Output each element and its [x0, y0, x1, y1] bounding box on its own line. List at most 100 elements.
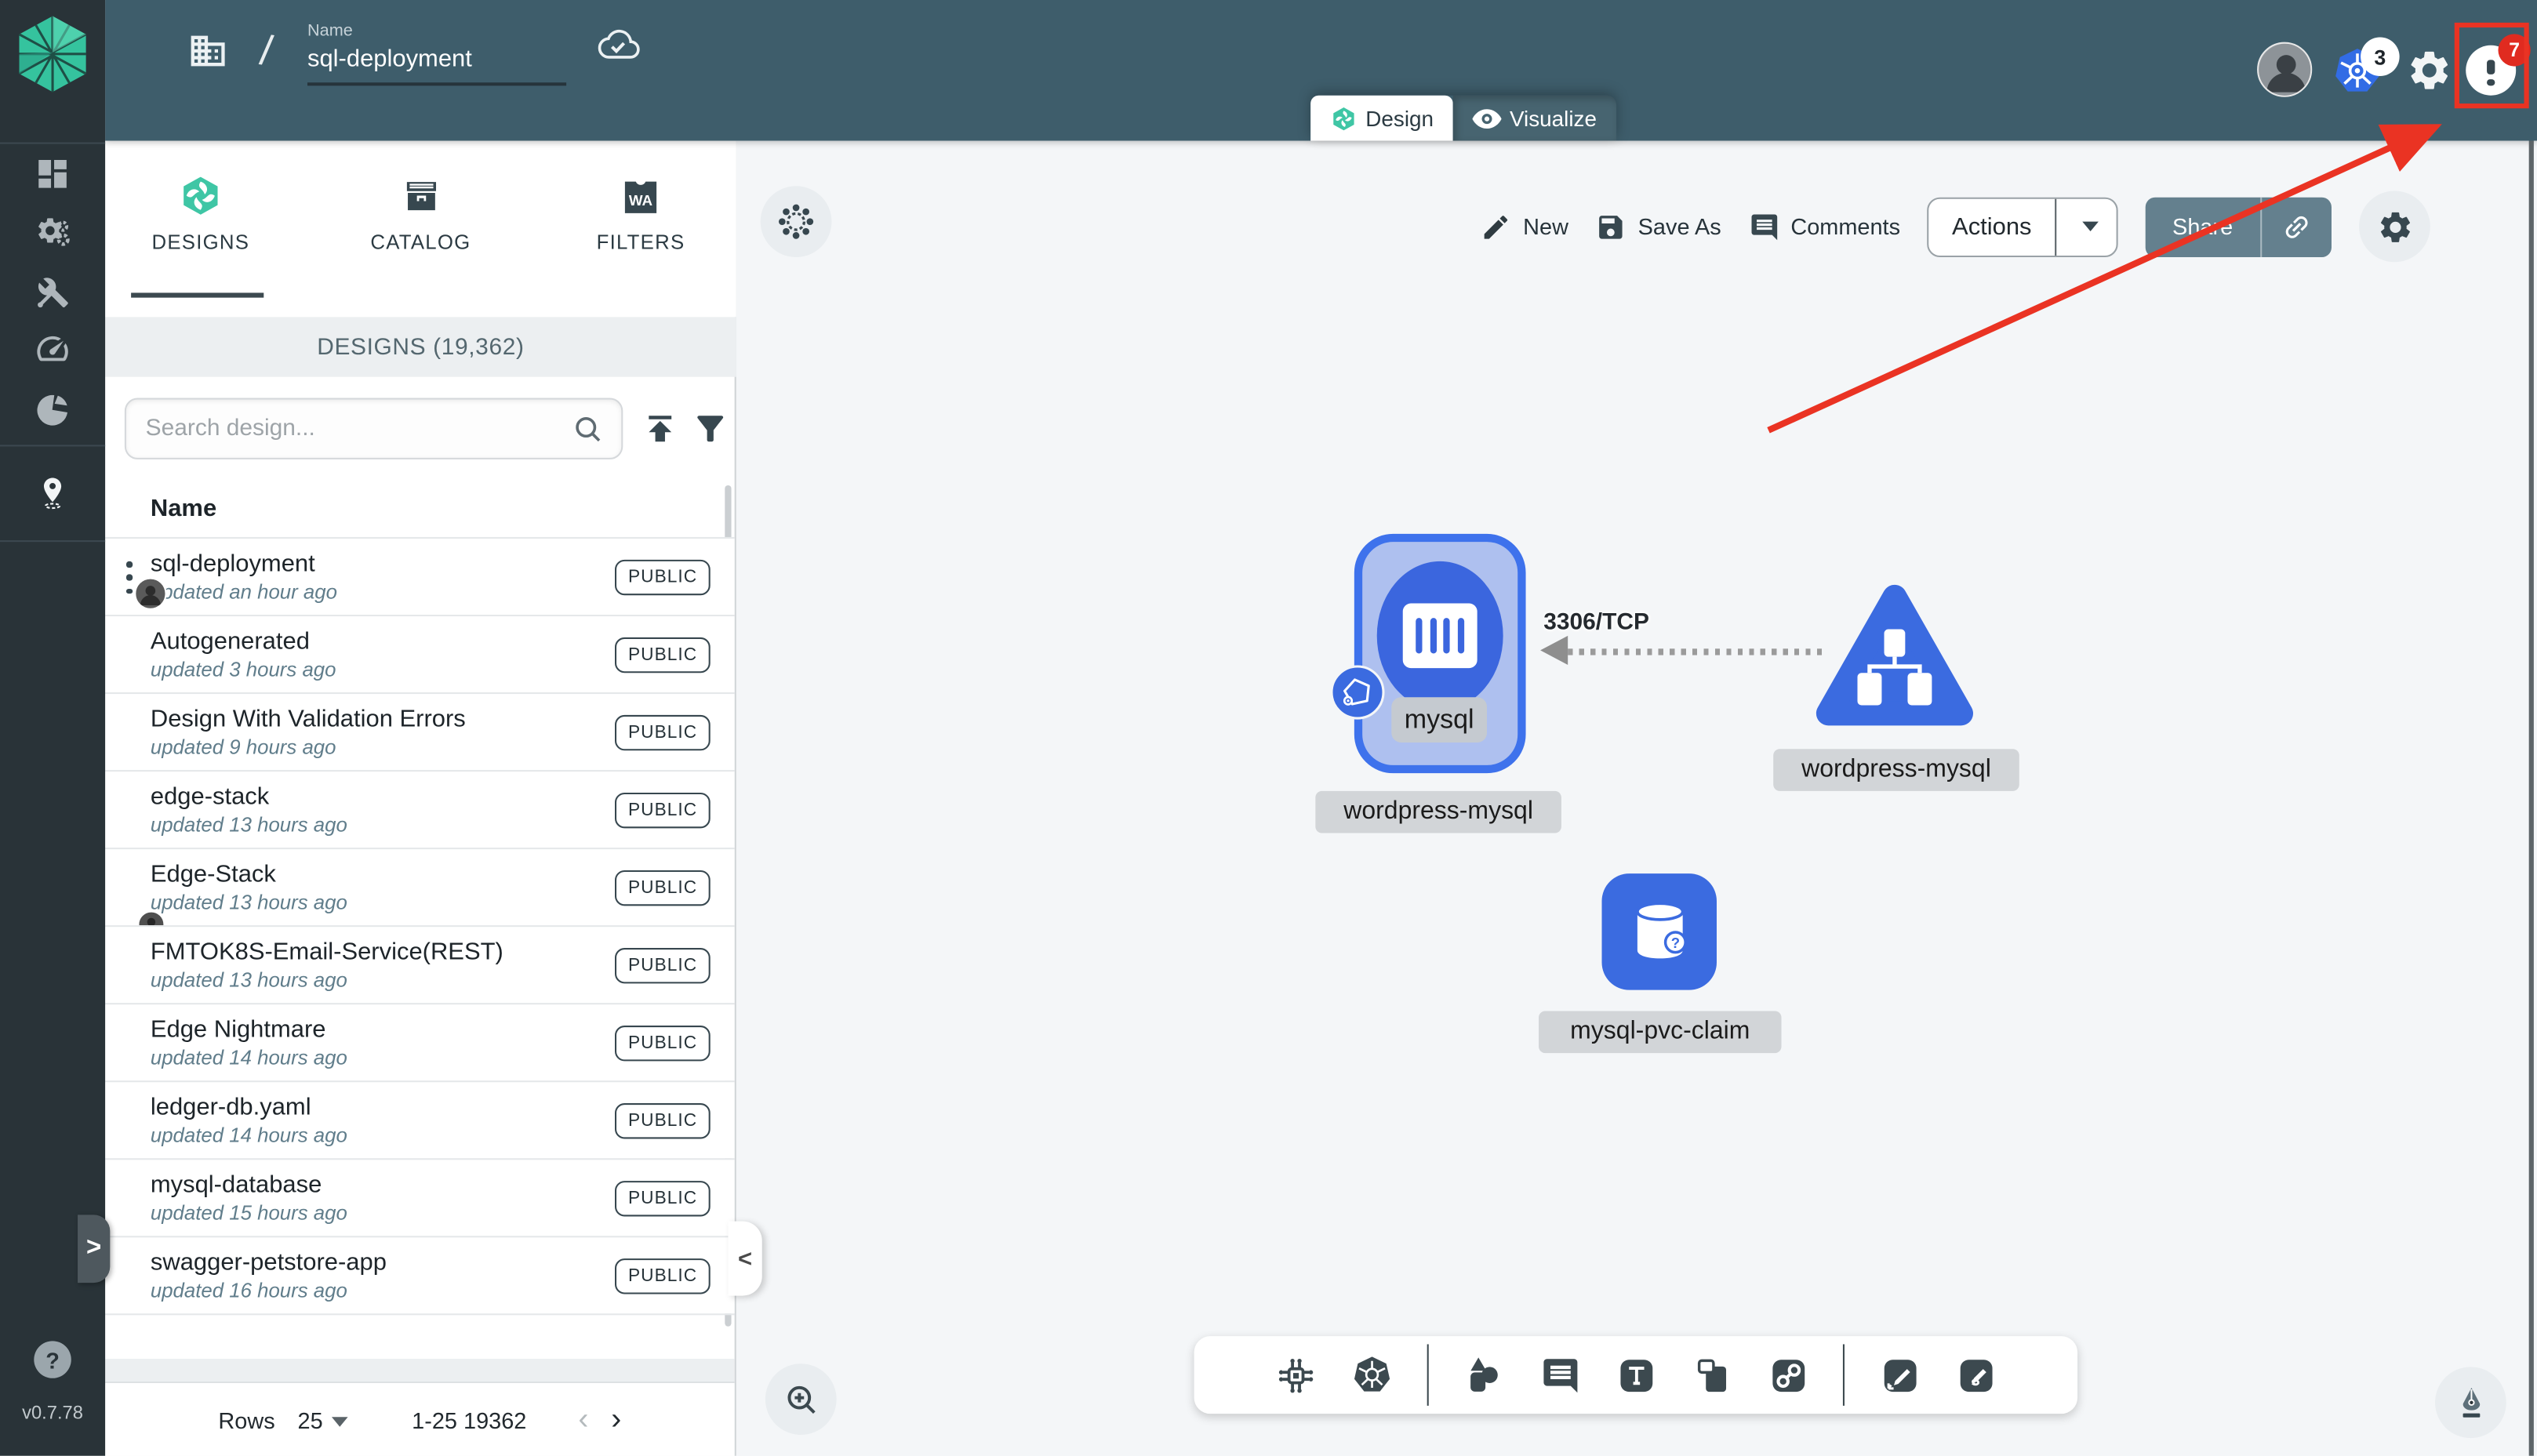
design-name[interactable]: swagger-petstore-app: [151, 1249, 387, 1276]
design-row[interactable]: FMTOK8S-Email-Service(REST) updated 13 h…: [105, 925, 735, 1004]
actions-dropdown-button[interactable]: [2056, 212, 2116, 241]
kubernetes-context-count-badge[interactable]: 3: [2361, 37, 2400, 76]
actions-label[interactable]: Actions: [1929, 212, 2054, 240]
visibility-badge: PUBLIC: [615, 714, 711, 751]
zoom-button[interactable]: [765, 1363, 837, 1436]
collapse-chevron-icon: <: [738, 1244, 753, 1273]
design-name-underline: [307, 82, 567, 85]
tab-visualize[interactable]: Visualize: [1452, 95, 1616, 141]
design-row[interactable]: mysql-database updated 15 hours ago PUBL…: [105, 1158, 735, 1236]
comment-tool[interactable]: [1539, 1354, 1581, 1396]
link-tool[interactable]: [1767, 1354, 1809, 1396]
design-row[interactable]: ledger-db.yaml updated 14 hours ago PUBL…: [105, 1080, 735, 1159]
container-label-chip[interactable]: mysql: [1391, 697, 1488, 743]
design-name-field[interactable]: Name sql-deployment: [307, 21, 569, 85]
design-row[interactable]: Autogenerated updated 3 hours ago PUBLIC: [105, 614, 735, 693]
design-row[interactable]: Edge-Stack updated 13 hours ago PUBLIC: [105, 848, 735, 939]
design-name[interactable]: sql-deployment: [151, 550, 315, 577]
sidebar-item-configuration[interactable]: [0, 263, 105, 318]
search-icon[interactable]: [571, 412, 605, 445]
edge-port-label[interactable]: 3306/TCP: [1543, 610, 1649, 636]
design-row[interactable]: Design With Validation Errors updated 9 …: [105, 692, 735, 771]
cloud-sync-icon[interactable]: [595, 27, 641, 71]
design-name[interactable]: Edge-Stack: [151, 861, 276, 888]
edge-wordpress-to-mysql[interactable]: [1568, 648, 1829, 655]
design-name[interactable]: Autogenerated: [151, 627, 310, 655]
kubernetes-tool[interactable]: [1351, 1354, 1394, 1396]
design-name[interactable]: mysql-database: [151, 1171, 322, 1199]
tab-designs[interactable]: DESIGNS: [111, 163, 289, 254]
comments-button[interactable]: Comments: [1749, 211, 1900, 241]
page-scrollbar[interactable]: [2528, 140, 2534, 1456]
eye-icon: [1472, 108, 1502, 128]
sidebar-item-lifecycle[interactable]: [0, 205, 105, 260]
canvas-settings-button[interactable]: [2359, 191, 2430, 263]
shapes-tool[interactable]: [1463, 1354, 1505, 1396]
save-as-button[interactable]: Save As: [1596, 211, 1721, 241]
extensions-icon: [37, 394, 68, 425]
deployment-shape-badge[interactable]: [1330, 665, 1385, 720]
meshery-logo[interactable]: [16, 15, 89, 93]
sidebar-item-performance[interactable]: [0, 321, 105, 376]
design-row[interactable]: sql-deployment updated an hour ago PUBLI…: [105, 536, 735, 615]
design-name[interactable]: FMTOK8S-Email-Service(REST): [151, 939, 503, 966]
design-row[interactable]: Edge Nightmare updated 14 hours ago PUBL…: [105, 1003, 735, 1081]
organization-icon[interactable]: [187, 31, 228, 79]
share-label[interactable]: Share: [2145, 213, 2260, 239]
share-split-button[interactable]: Share: [2144, 196, 2332, 257]
design-name[interactable]: ledger-db.yaml: [151, 1094, 311, 1121]
design-name[interactable]: edge-stack: [151, 783, 269, 811]
actions-split-button[interactable]: Actions: [1928, 196, 2117, 257]
rail-expand-handle[interactable]: >: [78, 1215, 111, 1284]
design-updated: updated 14 hours ago: [150, 1124, 347, 1147]
pvc-node-label[interactable]: mysql-pvc-claim: [1539, 1011, 1782, 1054]
svg-text:?: ?: [1670, 935, 1679, 951]
upload-design-button[interactable]: [641, 409, 680, 456]
design-name[interactable]: Edge Nightmare: [151, 1016, 326, 1044]
design-updated: updated 3 hours ago: [150, 658, 336, 681]
prev-page-button[interactable]: ‹: [578, 1404, 588, 1435]
mysql-container-symbol[interactable]: [1376, 561, 1503, 710]
design-canvas[interactable]: New Save As Comments Actions Share 3306/…: [737, 140, 2537, 1456]
user-avatar[interactable]: [2257, 42, 2313, 97]
doodle-pencil-tool[interactable]: [1954, 1354, 1997, 1396]
freeze-layout-button[interactable]: [760, 186, 832, 258]
rows-per-page-select[interactable]: 25: [298, 1407, 347, 1432]
upload-icon: [649, 416, 672, 442]
next-page-button[interactable]: ›: [611, 1404, 621, 1435]
design-name-value[interactable]: sql-deployment: [307, 45, 569, 73]
search-input[interactable]: [142, 414, 572, 444]
design-row[interactable]: swagger-petstore-app updated 16 hours ag…: [105, 1236, 735, 1314]
visibility-badge: PUBLIC: [615, 1026, 711, 1062]
panel-collapse-handle[interactable]: <: [728, 1221, 762, 1296]
components-tool[interactable]: [1275, 1354, 1318, 1396]
design-search: [124, 398, 623, 459]
design-row[interactable]: edge-stack updated 13 hours ago PUBLIC: [105, 770, 735, 848]
sidebar-item-extensions[interactable]: [0, 382, 105, 437]
help-button[interactable]: ?: [34, 1341, 71, 1378]
node-mysql-pvc-claim[interactable]: ?: [1601, 873, 1717, 990]
settings-gear-button[interactable]: [2406, 47, 2453, 102]
pen-arrow-icon: [1883, 1359, 1916, 1392]
tab-filters-label: FILTERS: [596, 231, 685, 254]
sidebar-item-dashboard[interactable]: [0, 146, 105, 201]
annotate-arrow-tool[interactable]: [1878, 1354, 1921, 1396]
row-menu-icon[interactable]: [125, 561, 133, 594]
node-wordpress-service[interactable]: [1814, 581, 1975, 733]
sidebar-item-kanvas[interactable]: [0, 464, 105, 519]
new-design-button[interactable]: New: [1481, 211, 1568, 241]
service-node-label[interactable]: wordpress-mysql: [1773, 749, 2019, 791]
design-updated: updated 13 hours ago: [150, 968, 347, 992]
meshery-kanvas-app: ? v0.7.78 > / Name sql-deployment Design…: [0, 0, 2537, 1456]
text-tool[interactable]: [1615, 1354, 1657, 1396]
signature-pen-button[interactable]: [2435, 1367, 2506, 1439]
filter-designs-button[interactable]: [691, 409, 730, 456]
design-name[interactable]: Design With Validation Errors: [151, 706, 466, 733]
tab-filters[interactable]: WA FILTERS: [552, 163, 730, 254]
notes-tool[interactable]: [1691, 1354, 1733, 1396]
copy-link-button[interactable]: [2262, 211, 2332, 241]
tab-catalog[interactable]: CATALOG: [332, 163, 510, 254]
shapes-icon: [1470, 1357, 1498, 1392]
tab-design[interactable]: Design: [1310, 95, 1453, 141]
deployment-node-label[interactable]: wordpress-mysql: [1315, 790, 1561, 833]
